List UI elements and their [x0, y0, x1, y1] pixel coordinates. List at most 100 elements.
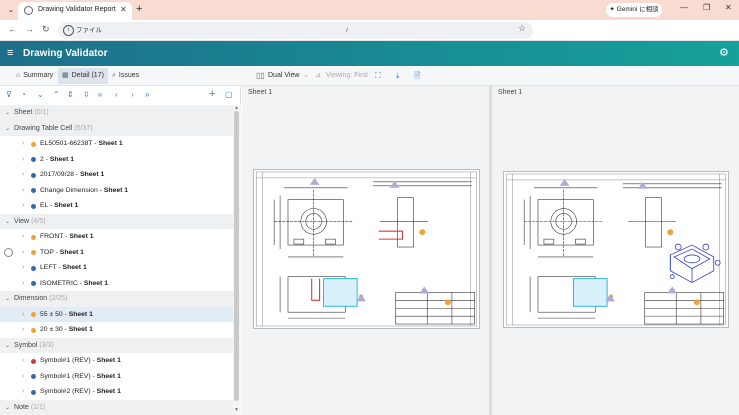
chevron-right-icon[interactable]: › [22, 229, 24, 245]
gear-icon[interactable]: ⚙ [719, 47, 729, 59]
item-label: FRONT [40, 233, 64, 240]
globe-icon [24, 6, 33, 15]
drawing-canvas [256, 171, 477, 327]
url-text: / [346, 27, 348, 34]
item-sheet: Sheet 1 [96, 357, 121, 364]
list-item[interactable]: › EL - Sheet 1 [0, 198, 233, 214]
group-drawing-table-cell[interactable]: ⌄ Drawing Table Cell (5/37) [0, 120, 233, 136]
previous-icon[interactable]: ‹ [115, 89, 118, 101]
group-label: Note [14, 403, 29, 411]
dual-view-icon: ▯▯ [256, 71, 265, 80]
list-item[interactable]: › 2 - Sheet 1 [0, 152, 233, 168]
group-count: (5/37) [74, 124, 93, 132]
tab-detail[interactable]: ▦ Detail (17) [58, 68, 108, 84]
dual-view-button[interactable]: Dual View [268, 68, 299, 84]
hamburger-menu-icon[interactable]: ≡ [7, 47, 13, 59]
chevron-right-icon[interactable]: › [22, 183, 24, 199]
omnibox[interactable]: i ファイル / [58, 22, 533, 39]
back-icon[interactable]: ← [8, 24, 17, 34]
new-tab-button[interactable]: + [136, 3, 142, 15]
last-icon[interactable]: » [145, 89, 149, 101]
tab-search-icon[interactable]: ⌄ [5, 4, 17, 16]
filter-icon[interactable]: ⊽ [6, 89, 12, 101]
group-note[interactable]: ⌄ Note (1/1) [0, 399, 233, 415]
list-item-selected[interactable]: › 55 ± 50 - Sheet 1 [0, 306, 233, 323]
list-item[interactable]: › TOP - Sheet 1 [0, 245, 233, 261]
expand-down-icon[interactable]: ⌄ [37, 89, 44, 101]
drawing-sheet-right[interactable] [503, 171, 729, 328]
minimize-icon[interactable]: — [680, 3, 688, 12]
browser-tab[interactable]: Drawing Validator Report ✕ [18, 2, 132, 20]
chevron-right-icon[interactable]: › [22, 307, 24, 323]
drawing-canvas [506, 173, 726, 326]
group-sheet[interactable]: ⌄ Sheet (0/1) [0, 105, 233, 121]
forward-icon[interactable]: → [25, 24, 34, 34]
group-label: Drawing Table Cell [14, 124, 73, 132]
list-item[interactable]: › ISOMETRIC - Sheet 1 [0, 276, 233, 292]
item-sheet: Sheet 1 [68, 326, 93, 333]
next-icon[interactable]: › [131, 89, 134, 101]
tab-summary[interactable]: ⌂ Summary [12, 68, 57, 84]
group-dimension[interactable]: ⌄ Dimension (2/25) [0, 291, 233, 307]
bookmark-star-icon[interactable]: ☆ [518, 23, 526, 34]
group-symbol[interactable]: ⌄ Symbol (3/3) [0, 337, 233, 353]
list-item[interactable]: › 20 ± 30 - Sheet 1 [0, 322, 233, 338]
close-window-icon[interactable]: ✕ [725, 3, 732, 12]
group-view[interactable]: ⌄ View (4/5) [0, 213, 233, 229]
site-info-icon[interactable]: i [63, 25, 74, 36]
chevron-right-icon[interactable]: › [22, 198, 24, 214]
list-item[interactable]: › Symbol#1 (REV) - Sheet 1 [0, 353, 233, 369]
download-icon[interactable]: ⤓ [396, 68, 400, 84]
status-dot [31, 265, 36, 271]
restore-icon[interactable]: ❐ [703, 3, 710, 12]
chevron-down-icon: ⌄ [5, 110, 11, 116]
status-dot [31, 203, 36, 209]
gemini-button[interactable]: ✦ Gemini に相談 [606, 3, 662, 17]
tree-scrollbar[interactable]: ▲ ▼ [233, 105, 241, 415]
issues-icon: ⌕ [112, 72, 116, 79]
collapse-up-icon[interactable]: ⌃ [53, 89, 60, 101]
list-item[interactable]: › 2017/09/28 - Sheet 1 [0, 167, 233, 183]
scroll-down-icon[interactable]: ▼ [234, 407, 239, 413]
chevron-right-icon[interactable]: › [22, 245, 24, 261]
status-dot [31, 250, 36, 255]
item-label: Symbol#1 (REV) [40, 372, 91, 380]
tab-issues[interactable]: ⌕ Issues [108, 68, 143, 84]
item-label: TOP [40, 248, 54, 256]
drawing-sheet-left[interactable] [253, 169, 480, 329]
chevron-right-icon[interactable]: › [22, 136, 24, 152]
viewing-first-label: Viewing: First [326, 72, 368, 79]
list-item[interactable]: › Symbol#1 (REV) - Sheet 1 [0, 369, 233, 385]
square-icon[interactable]: ▢ [225, 89, 233, 101]
chevron-right-icon[interactable]: › [22, 353, 24, 369]
chevron-right-icon[interactable]: › [22, 167, 24, 183]
first-icon[interactable]: « [98, 89, 102, 101]
item-label: Change Dimension [40, 186, 98, 194]
item-sheet: Sheet 1 [96, 388, 121, 395]
close-tab-icon[interactable]: ✕ [120, 5, 127, 14]
tag-icon[interactable]: ◔ [21, 89, 26, 101]
fit-view-icon[interactable]: ⛶ [375, 68, 381, 84]
list-item[interactable]: › Symbol#2 (REV) - Sheet 1 [0, 384, 233, 400]
list-item[interactable]: › LEFT - Sheet 1 [0, 260, 233, 276]
collapse-all-icon[interactable]: ⇳ [83, 89, 90, 101]
document-icon[interactable]: 🗎 [414, 68, 420, 84]
status-dot [31, 327, 36, 333]
item-label: 2017/09/28 [40, 171, 75, 178]
expand-all-icon[interactable]: ⇕ [67, 89, 74, 101]
list-item[interactable]: › EL50501-66238T - Sheet 1 [0, 136, 233, 152]
add-icon[interactable]: + [209, 89, 215, 100]
scrollbar-thumb[interactable] [234, 111, 239, 401]
list-item[interactable]: › FRONT - Sheet 1 [0, 229, 233, 245]
item-sheet: Sheet 1 [59, 248, 84, 256]
chevron-right-icon[interactable]: › [22, 260, 24, 276]
list-item[interactable]: › Change Dimension - Sheet 1 [0, 183, 233, 199]
chevron-right-icon[interactable]: › [22, 369, 24, 385]
chevron-down-icon[interactable]: ⌄ [303, 68, 309, 84]
chevron-right-icon[interactable]: › [22, 276, 24, 292]
select-radio[interactable] [4, 247, 13, 257]
chevron-right-icon[interactable]: › [22, 152, 24, 168]
chevron-right-icon[interactable]: › [22, 384, 24, 400]
chevron-right-icon[interactable]: › [22, 322, 24, 338]
reload-icon[interactable]: ↻ [42, 24, 50, 35]
